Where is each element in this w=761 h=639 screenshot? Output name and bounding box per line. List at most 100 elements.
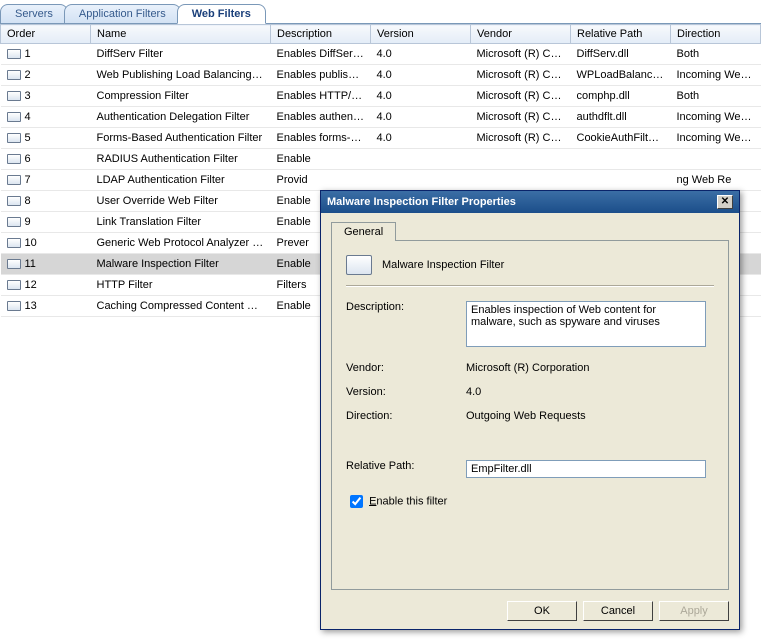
filter-row-icon [7,112,21,122]
filter-row-icon [7,217,21,227]
cell-name: Link Translation Filter [91,212,271,233]
cell-name: HTTP Filter [91,275,271,296]
apply-button[interactable]: Apply [659,601,729,621]
cell-vendor [471,149,571,170]
table-row[interactable]: 5Forms-Based Authentication FilterEnable… [1,128,761,149]
label-description: Description: [346,301,466,313]
enable-filter-checkbox[interactable] [350,495,363,508]
value-version: 4.0 [466,386,714,398]
cell-order: 13 [1,296,91,317]
cell-name: Caching Compressed Content Filter [91,296,271,317]
cell-order: 10 [1,233,91,254]
cell-description: Enables publishin... [271,65,371,86]
properties-dialog: Malware Inspection Filter Properties ✕ G… [320,190,740,630]
cancel-button[interactable]: Cancel [583,601,653,621]
filter-row-icon [7,238,21,248]
tab-servers[interactable]: Servers [0,4,68,23]
cell-vendor: Microsoft (R) Cor... [471,107,571,128]
table-row[interactable]: 4Authentication Delegation FilterEnables… [1,107,761,128]
dialog-titlebar[interactable]: Malware Inspection Filter Properties ✕ [321,191,739,213]
cell-description: Enables forms-ba... [271,128,371,149]
cell-path: comphp.dll [571,86,671,107]
cell-order: 6 [1,149,91,170]
cell-version [371,149,471,170]
cell-direction: Both [671,86,761,107]
cell-order: 2 [1,65,91,86]
cell-vendor [471,170,571,191]
cell-path: DiffServ.dll [571,44,671,65]
col-header-relative-path[interactable]: Relative Path [571,25,671,44]
cell-order: 7 [1,170,91,191]
cell-name: Generic Web Protocol Analyzer Fil... [91,233,271,254]
cell-order: 4 [1,107,91,128]
label-version: Version: [346,386,466,398]
label-vendor: Vendor: [346,362,466,374]
cell-version: 4.0 [371,107,471,128]
cell-path: CookieAuthFilter.dll [571,128,671,149]
ok-button[interactable]: OK [507,601,577,621]
cell-version: 4.0 [371,44,471,65]
col-header-direction[interactable]: Direction [671,25,761,44]
cell-name: Malware Inspection Filter [91,254,271,275]
cell-version: 4.0 [371,65,471,86]
label-enable-filter[interactable]: Enable this filter [369,495,447,507]
tab-web-filters[interactable]: Web Filters [177,4,266,24]
cell-version: 4.0 [371,128,471,149]
cell-name: User Override Web Filter [91,191,271,212]
cell-direction: ng Web Re [671,170,761,191]
cell-order: 11 [1,254,91,275]
value-direction: Outgoing Web Requests [466,410,714,422]
filter-row-icon [7,91,21,101]
cell-description: Enable [271,149,371,170]
table-row[interactable]: 3Compression FilterEnables HTTP/HT...4.0… [1,86,761,107]
cell-order: 5 [1,128,91,149]
cell-direction: Both [671,44,761,65]
cell-version [371,170,471,191]
dialog-tab-general[interactable]: General [331,222,396,241]
cell-name: Forms-Based Authentication Filter [91,128,271,149]
cell-name: Web Publishing Load Balancing Filter [91,65,271,86]
cell-direction: Incoming Web Re [671,128,761,149]
filter-row-icon [7,49,21,59]
table-row[interactable]: 2Web Publishing Load Balancing FilterEna… [1,65,761,86]
cell-direction [671,149,761,170]
cell-description: Enables authentic... [271,107,371,128]
cell-order: 1 [1,44,91,65]
cell-path: authdflt.dll [571,107,671,128]
table-row[interactable]: 6RADIUS Authentication FilterEnable [1,149,761,170]
close-icon[interactable]: ✕ [717,195,733,209]
cell-name: Compression Filter [91,86,271,107]
cell-vendor: Microsoft (R) Cor... [471,128,571,149]
cell-description: Enables DiffServ ... [271,44,371,65]
cell-order: 8 [1,191,91,212]
cell-vendor: Microsoft (R) Cor... [471,65,571,86]
table-row[interactable]: 1DiffServ FilterEnables DiffServ ...4.0M… [1,44,761,65]
filter-row-icon [7,259,21,269]
main-tabs: Servers Application Filters Web Filters [0,0,761,24]
cell-vendor: Microsoft (R) Cor... [471,44,571,65]
col-header-description[interactable]: Description [271,25,371,44]
tab-application-filters[interactable]: Application Filters [64,4,181,23]
filter-row-icon [7,154,21,164]
cell-description: Enables HTTP/HT... [271,86,371,107]
col-header-name[interactable]: Name [91,25,271,44]
cell-name: LDAP Authentication Filter [91,170,271,191]
relative-path-input[interactable] [466,460,706,478]
cell-path [571,149,671,170]
cell-order: 3 [1,86,91,107]
col-header-order[interactable]: Order [1,25,91,44]
filter-icon [346,255,372,275]
label-direction: Direction: [346,410,466,422]
cell-name: DiffServ Filter [91,44,271,65]
cell-order: 9 [1,212,91,233]
filter-row-icon [7,301,21,311]
table-row[interactable]: 7LDAP Authentication FilterProvidng Web … [1,170,761,191]
col-header-vendor[interactable]: Vendor [471,25,571,44]
col-header-version[interactable]: Version [371,25,471,44]
dialog-title: Malware Inspection Filter Properties [327,196,516,208]
filter-row-icon [7,175,21,185]
cell-direction: Incoming Web Re [671,65,761,86]
description-textarea[interactable] [466,301,706,347]
cell-name: Authentication Delegation Filter [91,107,271,128]
cell-version: 4.0 [371,86,471,107]
